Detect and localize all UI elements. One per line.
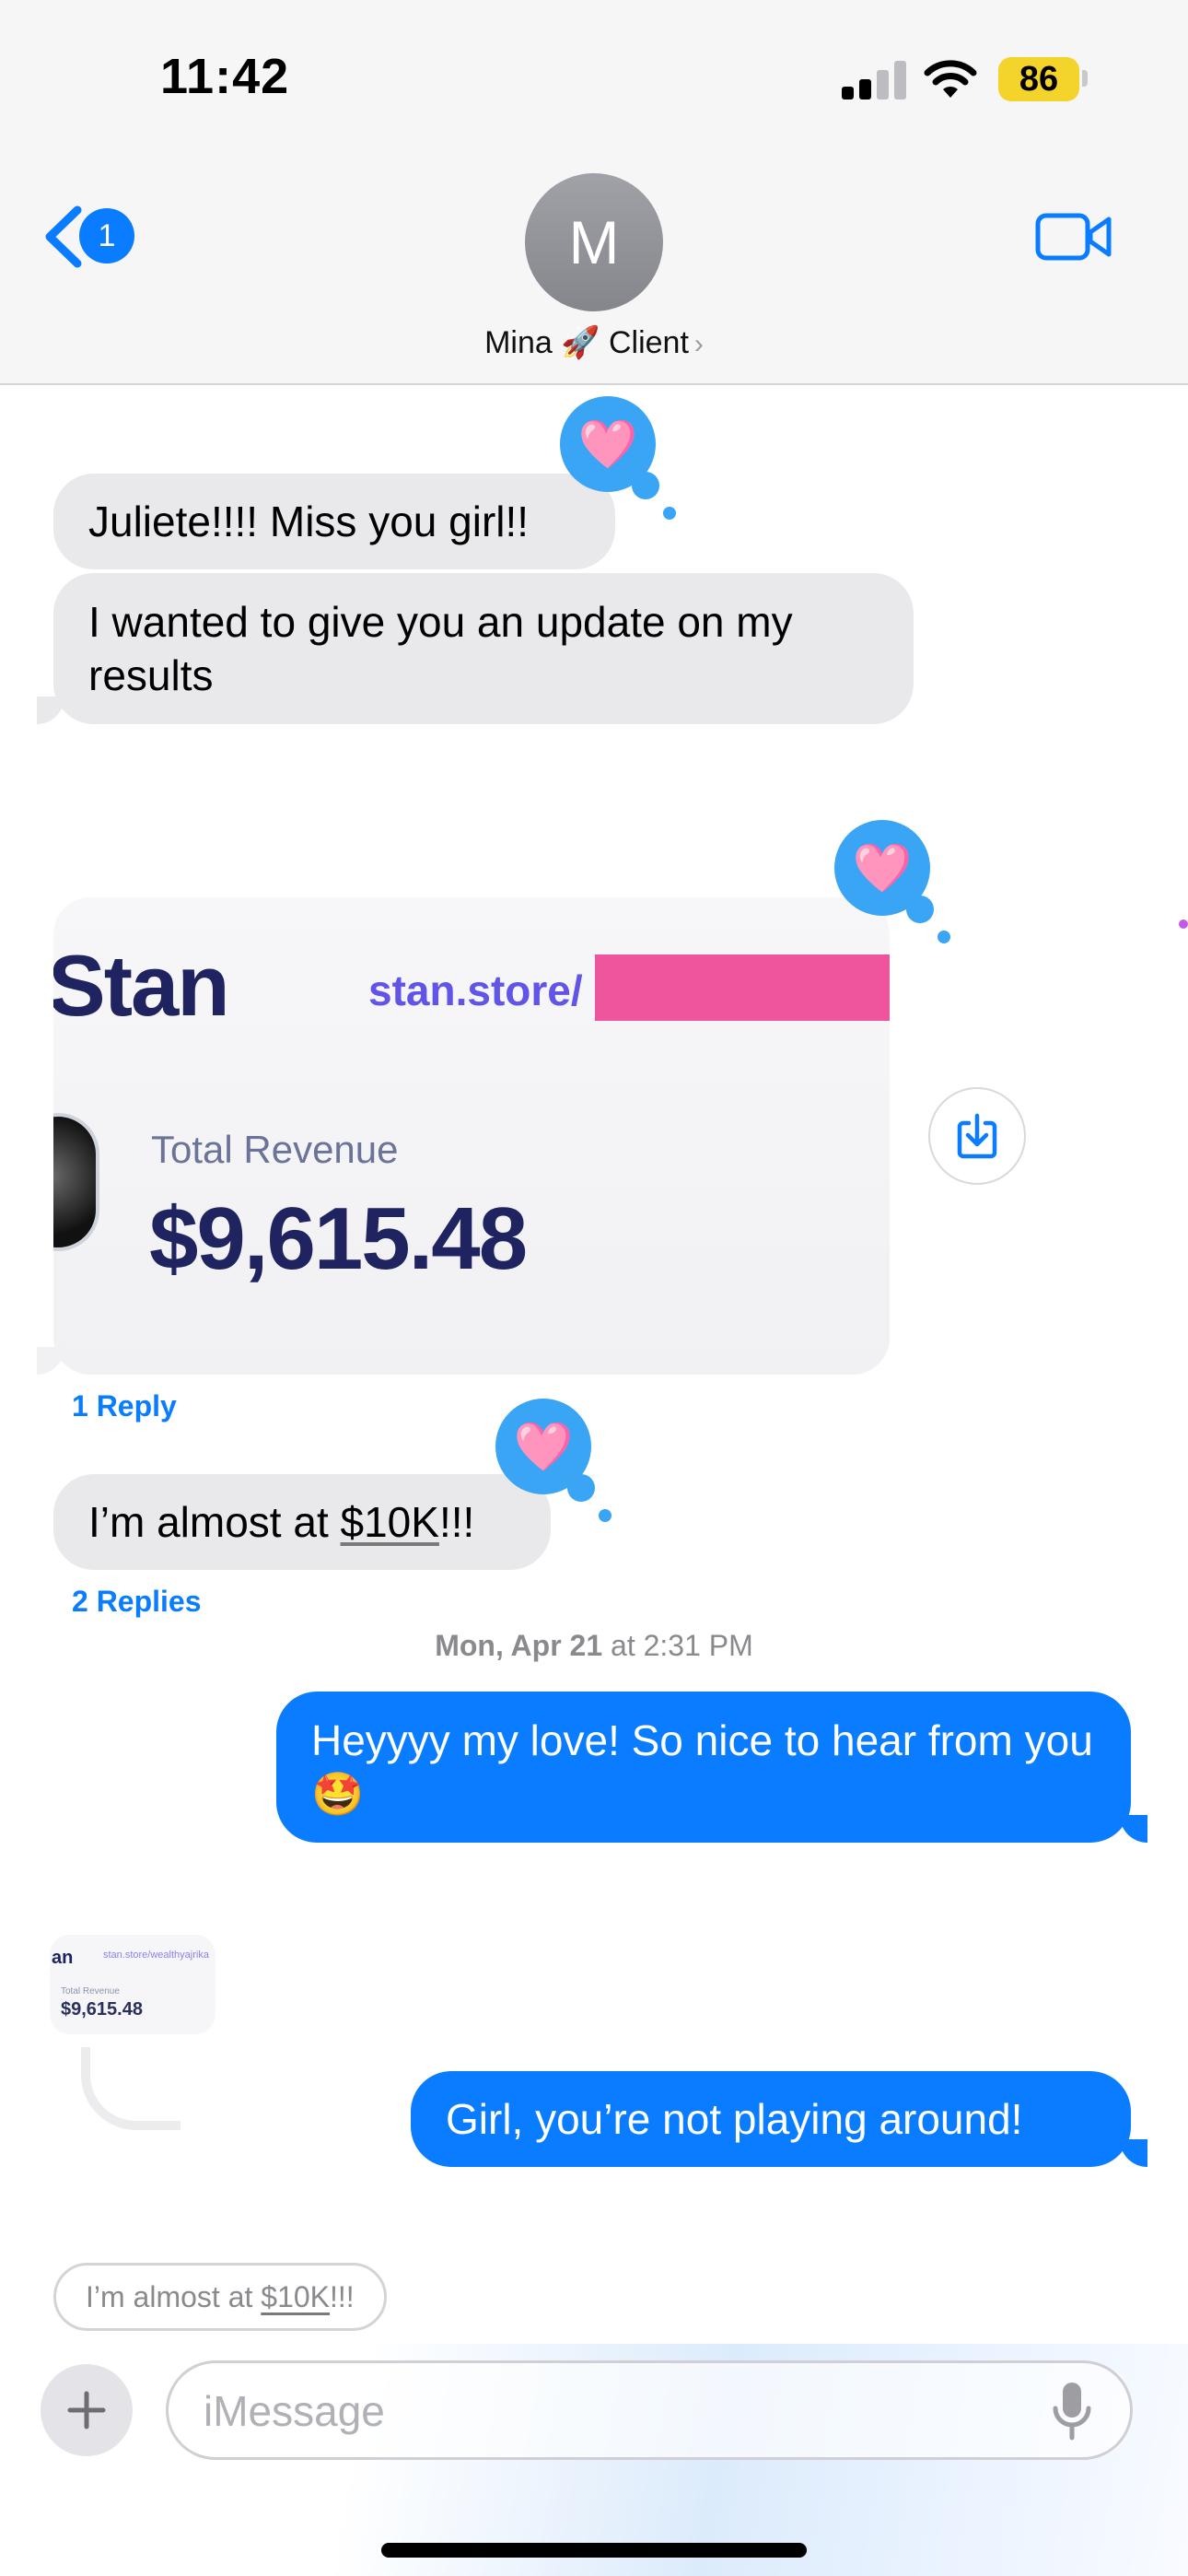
add-attachment-button[interactable] — [41, 2364, 133, 2456]
message-bubble[interactable]: I wanted to give you an update on my res… — [53, 573, 914, 724]
reply-count-link[interactable]: 1 Reply — [72, 1389, 177, 1423]
heart-icon: 🩷 — [577, 417, 638, 472]
message-text-prefix: I’m almost at — [88, 1498, 341, 1546]
heart-icon: 🩷 — [513, 1420, 574, 1474]
video-call-icon[interactable] — [1035, 208, 1112, 265]
message-bubble[interactable]: Juliete!!!! Miss you girl!! — [53, 474, 615, 569]
profile-avatar — [53, 1113, 99, 1251]
revenue-screenshot-image[interactable]: Stan stan.store/ Total Revenue $9,615.48 — [53, 897, 890, 1375]
bubble-tail — [37, 697, 64, 724]
revenue-label: Total Revenue — [151, 1128, 399, 1171]
contact-name-button[interactable]: Mina 🚀 Client › — [387, 324, 801, 361]
save-image-button[interactable] — [928, 1087, 1026, 1185]
reaction-tail — [906, 896, 934, 923]
bubble-tail — [37, 1347, 64, 1375]
bubble-tail — [1120, 1815, 1147, 1843]
timestamp-day: Mon, Apr 21 — [435, 1629, 603, 1662]
reaction-tail — [567, 1474, 595, 1502]
revenue-value: $9,615.48 — [149, 1189, 528, 1288]
heart-icon: 🩷 — [852, 841, 913, 896]
timestamp-time: at 2:31 PM — [602, 1629, 753, 1662]
reply-thread-line — [81, 2047, 181, 2130]
reaction-tail-dot — [938, 931, 950, 943]
battery-nub — [1082, 70, 1088, 87]
microphone-icon[interactable] — [1052, 2379, 1092, 2443]
home-indicator — [381, 2543, 807, 2558]
message-text-suffix: !!! — [438, 1498, 475, 1546]
redaction-bar — [595, 954, 890, 1021]
plus-icon — [67, 2391, 106, 2430]
message-timestamp: Mon, Apr 21 at 2:31 PM — [0, 1629, 1188, 1663]
message-bubble[interactable]: Girl, you’re not playing around! — [411, 2071, 1131, 2167]
reaction-tail — [632, 472, 659, 499]
heart-reaction[interactable]: 🩷 — [834, 820, 950, 943]
message-text: Juliete!!!! Miss you girl!! — [88, 498, 530, 545]
cellular-signal-icon — [842, 61, 906, 100]
thumb-url: stan.store/wealthyajrika — [103, 1950, 209, 1961]
revenue-screenshot-thumbnail[interactable]: an stan.store/wealthyajrika Total Revenu… — [50, 1935, 215, 2034]
amount-link[interactable]: $10K — [341, 1498, 439, 1546]
message-input[interactable] — [204, 2382, 1032, 2441]
message-text: Girl, you’re not playing around! — [446, 2095, 1023, 2143]
reply-context-prefix: I’m almost at — [86, 2280, 262, 2313]
edge-indicator — [1179, 919, 1188, 929]
wifi-icon — [924, 60, 977, 98]
conversation-header: 11:42 86 1 M Mina 🚀 Client › — [0, 0, 1188, 385]
download-icon — [957, 1113, 997, 1159]
heart-reaction[interactable]: 🩷 — [560, 396, 676, 520]
reply-context-suffix: !!! — [330, 2280, 355, 2313]
bubble-tail — [1120, 2139, 1147, 2167]
reply-context-link: $10K — [261, 2280, 330, 2313]
store-url: stan.store/ — [368, 966, 583, 1014]
stan-logo: Stan — [53, 937, 230, 1034]
contact-name: Mina 🚀 Client — [484, 325, 689, 360]
unread-count-badge[interactable]: 1 — [79, 208, 134, 263]
reply-context-bubble[interactable]: I’m almost at $10K!!! — [53, 2263, 387, 2331]
reaction-tail-dot — [599, 1509, 611, 1522]
thumb-value: $9,615.48 — [61, 1999, 143, 2020]
reaction-tail-dot — [663, 507, 676, 520]
message-bubble[interactable]: Heyyyy my love! So nice to hear from you… — [276, 1692, 1131, 1843]
heart-reaction[interactable]: 🩷 — [495, 1399, 611, 1522]
thumb-label: Total Revenue — [61, 1986, 120, 1996]
message-text: Heyyyy my love! So nice to hear from you… — [311, 1716, 1093, 1818]
battery-level: 86 — [998, 57, 1079, 101]
message-bubble[interactable]: I’m almost at $10K!!! — [53, 1474, 551, 1570]
message-text: I wanted to give you an update on my res… — [88, 598, 793, 699]
contact-avatar[interactable]: M — [525, 173, 663, 311]
chevron-right-icon: › — [693, 329, 704, 359]
thumb-logo: an — [52, 1948, 74, 1968]
reply-count-link[interactable]: 2 Replies — [72, 1585, 202, 1619]
status-time: 11:42 — [160, 49, 290, 104]
message-input-field[interactable] — [166, 2360, 1133, 2460]
